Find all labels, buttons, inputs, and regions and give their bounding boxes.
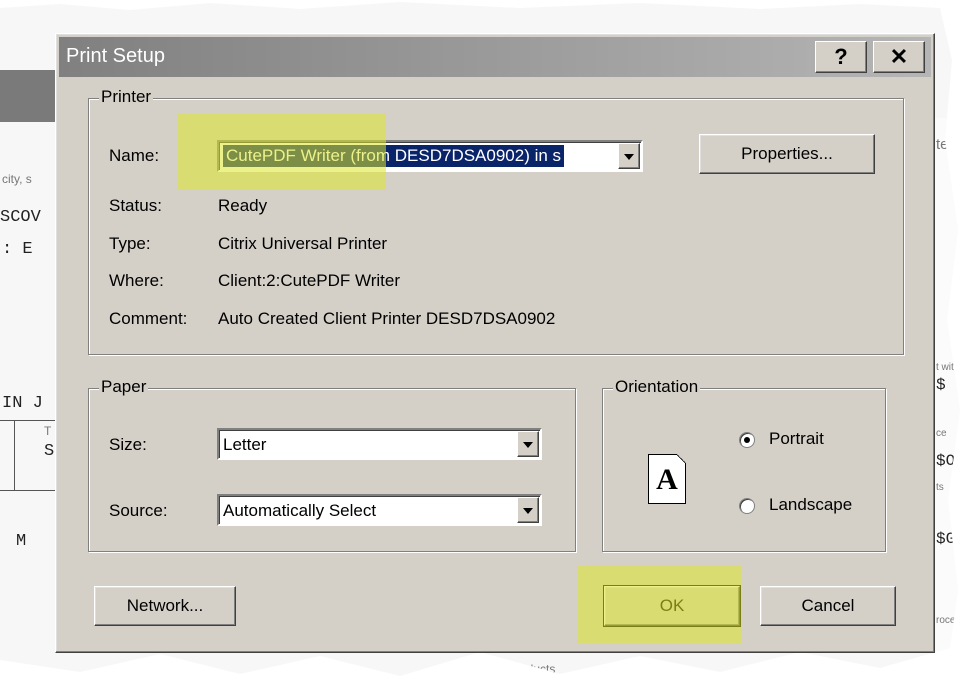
printer-group-label: Printer [99, 87, 154, 107]
background-text: SCOV [0, 208, 41, 227]
close-button[interactable]: ✕ [873, 41, 925, 73]
background-text: $O [936, 452, 956, 470]
background-text: $ [936, 376, 946, 394]
landscape-label[interactable]: Landscape [769, 495, 852, 515]
background-text: t wit [936, 362, 954, 373]
properties-button[interactable]: Properties... [699, 134, 875, 174]
printer-group: Printer Name: CutePDF Writer (from DESD7… [88, 87, 904, 355]
background-text: city, s [2, 172, 32, 186]
background-text: roced [936, 615, 962, 626]
background-text: : E [2, 240, 33, 259]
type-label: Type: [109, 234, 151, 253]
paper-size-select[interactable]: Letter [217, 428, 542, 460]
landscape-radio[interactable] [739, 498, 755, 514]
dialog-titlebar[interactable]: Print Setup ? ✕ [59, 37, 931, 77]
background-text: $G [936, 530, 956, 548]
background-text: buye [610, 662, 637, 676]
help-button[interactable]: ? [815, 41, 867, 73]
background-text: oducts [520, 662, 556, 676]
printer-name-value: CutePDF Writer (from DESD7DSA0902) in s [223, 145, 565, 167]
background-rule [0, 420, 55, 421]
background-text: S [44, 442, 55, 461]
name-label: Name: [109, 146, 160, 165]
printer-name-select[interactable]: CutePDF Writer (from DESD7DSA0902) in s [217, 140, 643, 172]
cancel-button[interactable]: Cancel [760, 586, 896, 626]
background-text: te [936, 136, 949, 153]
comment-value: Auto Created Client Printer DESD7DSA0902 [218, 309, 556, 328]
background-text: IN J [2, 394, 43, 413]
background-rule [14, 420, 15, 490]
portrait-page-icon: A [648, 454, 686, 504]
background-text: T [44, 424, 52, 438]
source-label: Source: [109, 501, 168, 520]
paper-size-value: Letter [223, 435, 267, 454]
where-value: Client:2:CutePDF Writer [218, 271, 401, 290]
orientation-group-label: Orientation [613, 377, 701, 397]
status-value: Ready [218, 196, 268, 215]
chevron-down-icon[interactable] [517, 431, 539, 457]
background-side-panel: te t wit $ ce $O ts $G roced [932, 118, 962, 676]
chevron-down-icon[interactable] [517, 497, 539, 523]
background-rule [0, 490, 55, 491]
type-value: Citrix Universal Printer [218, 234, 388, 253]
dialog-title: Print Setup [66, 45, 165, 67]
chevron-down-icon[interactable] [618, 143, 640, 169]
background-text: ce [936, 428, 947, 439]
background-text: ts [936, 482, 944, 493]
status-label: Status: [109, 196, 162, 215]
paper-source-value: Automatically Select [223, 501, 377, 520]
background-window-titlebar [0, 70, 60, 122]
print-setup-dialog: Print Setup ? ✕ Printer Name: CutePDF Wr… [55, 33, 935, 653]
paper-group: Paper Size: Letter Source: Automatically… [88, 377, 576, 552]
portrait-label[interactable]: Portrait [769, 429, 824, 449]
network-button[interactable]: Network... [94, 586, 236, 626]
paper-group-label: Paper [99, 377, 149, 397]
where-label: Where: [109, 271, 164, 290]
paper-source-select[interactable]: Automatically Select [217, 494, 542, 526]
portrait-radio[interactable] [739, 432, 755, 448]
comment-label: Comment: [109, 309, 188, 328]
orientation-group: Orientation A Portrait Landscape [602, 377, 886, 552]
background-text: M [16, 532, 27, 551]
size-label: Size: [109, 435, 147, 454]
ok-button[interactable]: OK [603, 585, 741, 627]
